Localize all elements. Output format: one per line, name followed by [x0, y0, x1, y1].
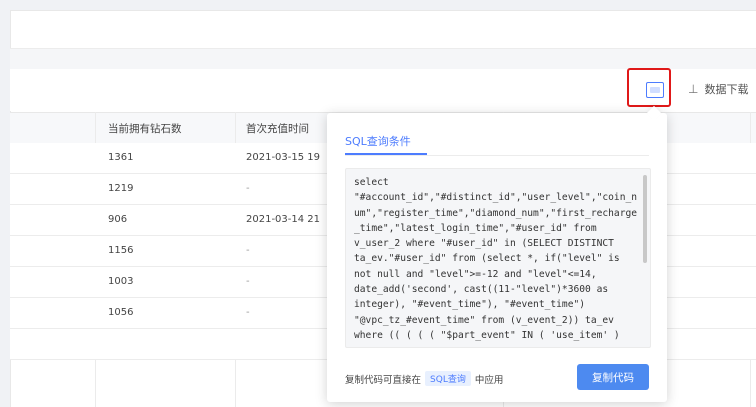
download-label: 数据下载: [704, 83, 749, 96]
popover-footer: 复制代码可直接在 SQL查询 中应用: [345, 371, 503, 386]
header-diamond-num[interactable]: 当前拥有钻石数: [108, 121, 182, 136]
cell-diamond-num: 1219: [108, 183, 134, 194]
title-underline: [345, 153, 427, 155]
cell-first-recharge-time: 2021-03-15 19: [246, 152, 321, 163]
cell-diamond-num: 1003: [108, 276, 134, 287]
header-band: [10, 48, 756, 70]
sql-code[interactable]: select "#account_id","#distinct_id","use…: [354, 175, 638, 343]
scrollbar-thumb[interactable]: [643, 175, 647, 263]
cell-diamond-num: 1361: [108, 152, 134, 163]
sql-code-box[interactable]: select "#account_id","#distinct_id","use…: [345, 168, 651, 348]
copy-code-button[interactable]: 复制代码: [577, 364, 649, 390]
divider: [345, 155, 649, 156]
sql-popover: SQL查询条件 select "#account_id","#distinct_…: [327, 113, 667, 402]
highlight-annotation: [627, 68, 671, 107]
cell-first-recharge-time: -: [246, 183, 250, 194]
footer-text-prefix: 复制代码可直接在: [345, 374, 422, 386]
cell-first-recharge-time: 2021-03-14 21: [246, 214, 321, 225]
header-first-recharge-time[interactable]: 首次充值时间: [246, 121, 309, 136]
download-button[interactable]: ⊥ 数据下载: [688, 80, 756, 98]
sql-query-tag: SQL查询: [425, 371, 471, 386]
cell-first-recharge-time: -: [246, 245, 250, 256]
cell-diamond-num: 1156: [108, 245, 134, 256]
cell-diamond-num: 1056: [108, 307, 134, 318]
cell-diamond-num: 906: [108, 214, 128, 225]
footer-text-suffix: 中应用: [474, 374, 504, 386]
download-icon: ⊥: [688, 82, 699, 96]
cell-first-recharge-time: -: [246, 276, 250, 287]
popover-title: SQL查询条件: [345, 135, 411, 148]
cell-first-recharge-time: -: [246, 307, 250, 318]
